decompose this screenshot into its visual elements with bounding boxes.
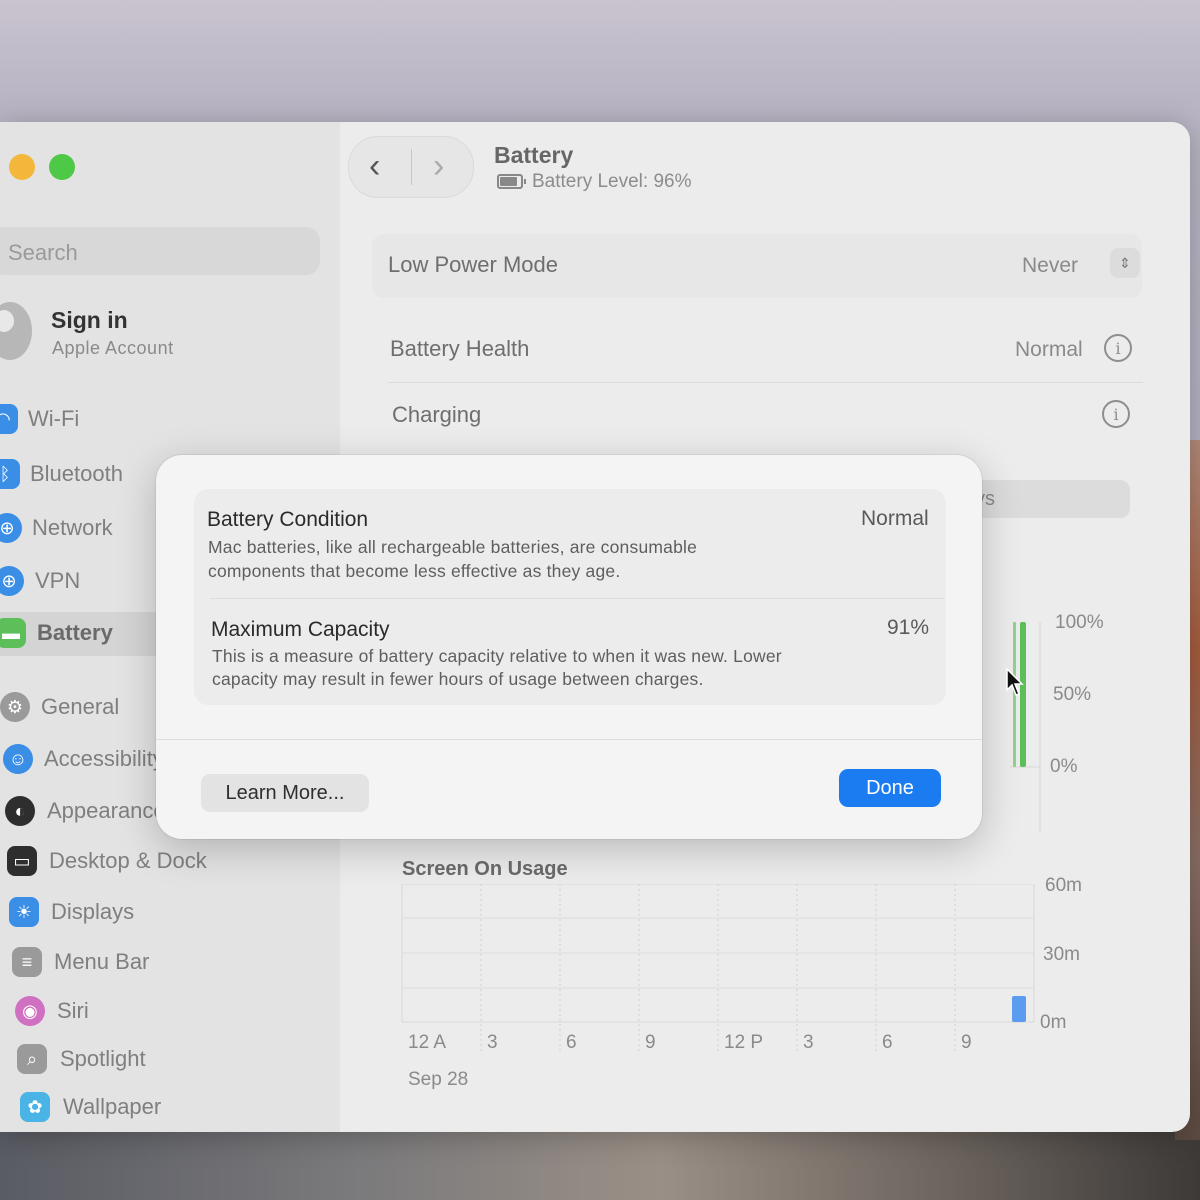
- usage-x-tick: 3: [487, 1032, 498, 1053]
- sidebar-item-label: Network: [32, 515, 113, 540]
- zoom-button[interactable]: [49, 154, 75, 180]
- row-divider: [388, 382, 1143, 383]
- account-name: Sign in: [51, 307, 128, 333]
- sidebar-item-label: Wallpaper: [63, 1094, 162, 1119]
- account-subtitle: Apple Account: [52, 338, 174, 358]
- info-icon[interactable]: i: [1104, 334, 1132, 362]
- sidebar-item-label: Menu Bar: [54, 949, 150, 974]
- usage-x-tick: 9: [645, 1032, 656, 1053]
- usage-date-label: Sep 28: [408, 1069, 469, 1090]
- battery-condition-label: Battery Condition: [207, 508, 369, 531]
- level-tick-50: 50%: [1053, 684, 1092, 705]
- usage-x-tick: 6: [566, 1032, 577, 1053]
- sidebar-item-label: Accessibility: [44, 746, 164, 771]
- maximum-capacity-description-line1: This is a measure of battery capacity re…: [212, 646, 782, 666]
- sidebar-item-siri[interactable]: ◉ Siri: [0, 990, 340, 1034]
- battery-level-icon: [497, 174, 526, 189]
- sidebar-item-label: Bluetooth: [30, 461, 123, 486]
- usage-x-tick: 12 P: [724, 1032, 764, 1053]
- menubar-icon: ≡: [12, 947, 42, 977]
- sidebar-item-wifi[interactable]: ◠ Wi-Fi: [0, 398, 340, 442]
- avatar: [0, 302, 32, 360]
- desktop-wallpaper: [0, 1130, 1200, 1200]
- usage-x-tick: 3: [803, 1032, 814, 1053]
- low-power-mode-value[interactable]: Never: [1022, 254, 1078, 278]
- info-icon[interactable]: i: [1102, 400, 1130, 428]
- usage-tick-0m: 0m: [1040, 1012, 1067, 1033]
- low-power-mode-label: Low Power Mode: [388, 252, 558, 277]
- vpn-globe-icon: ⊕: [0, 566, 24, 596]
- screen-on-usage-chart: [401, 884, 1035, 1054]
- sidebar-item-desktop-dock[interactable]: ▭ Desktop & Dock: [0, 840, 340, 884]
- sidebar-item-label: General: [41, 694, 120, 719]
- usage-x-tick: 12 A: [408, 1032, 447, 1053]
- maximum-capacity-value: 91%: [887, 616, 930, 639]
- battery-health-value: Normal: [1015, 338, 1083, 361]
- maximum-capacity-description-line2: capacity may result in fewer hours of us…: [212, 669, 704, 689]
- mouse-cursor-icon: [1006, 668, 1024, 696]
- level-tick-0: 0%: [1050, 756, 1078, 777]
- globe-icon: ⊕: [0, 513, 22, 543]
- sidebar-item-label: Siri: [57, 998, 89, 1023]
- page-title: Battery: [494, 142, 574, 168]
- dialog-footer-divider: [156, 739, 982, 740]
- battery-condition-description-line1: Mac batteries, like all rechargeable bat…: [208, 537, 698, 557]
- usage-x-tick: 6: [882, 1032, 893, 1053]
- sidebar-item-label: Desktop & Dock: [49, 848, 207, 873]
- dock-icon: ▭: [7, 846, 37, 876]
- battery-condition-description-line2: components that become less effective as…: [208, 561, 621, 581]
- charging-row: Charging i: [372, 384, 1142, 448]
- maximum-capacity-label: Maximum Capacity: [211, 618, 390, 641]
- magnifier-icon: ⌕: [17, 1044, 47, 1074]
- battery-health-dialog: Battery Condition Normal Mac batteries, …: [156, 455, 982, 839]
- usage-bar: [1012, 996, 1026, 1022]
- learn-more-button[interactable]: Learn More...: [201, 774, 369, 812]
- sun-icon: ☀: [9, 897, 39, 927]
- done-button[interactable]: Done: [839, 769, 941, 807]
- bluetooth-icon: ᛒ: [0, 459, 20, 489]
- sidebar-item-label: Displays: [51, 899, 135, 924]
- sidebar-item-label: Appearance: [47, 798, 166, 823]
- level-tick-100: 100%: [1055, 612, 1104, 633]
- usage-tick-30m: 30m: [1043, 944, 1080, 965]
- sidebar-item-menu-bar[interactable]: ≡ Menu Bar: [0, 941, 340, 985]
- back-chevron-icon[interactable]: ‹: [369, 147, 380, 186]
- sidebar-item-label: Battery: [37, 620, 113, 645]
- dialog-row-divider: [210, 598, 944, 599]
- sidebar-item-displays[interactable]: ☀ Displays: [0, 891, 340, 935]
- forward-chevron-icon[interactable]: ›: [433, 147, 444, 186]
- gear-icon: ⚙: [0, 692, 30, 722]
- battery-health-label: Battery Health: [390, 336, 530, 361]
- sidebar-item-spotlight[interactable]: ⌕ Spotlight: [0, 1038, 340, 1082]
- search-input[interactable]: Search: [0, 227, 320, 275]
- sidebar-item-label: Wi-Fi: [28, 406, 80, 431]
- nav-divider: [411, 149, 412, 185]
- battery-level-text: Battery Level: 96%: [532, 171, 692, 192]
- flower-icon: ✿: [20, 1092, 50, 1122]
- minimize-button[interactable]: [9, 154, 35, 180]
- search-placeholder: Search: [8, 240, 78, 265]
- sidebar-item-battery[interactable]: ▬ Battery: [0, 612, 175, 656]
- account-sign-in[interactable]: Sign in Apple Account: [0, 302, 320, 372]
- battery-icon: ▬: [0, 618, 26, 648]
- accessibility-icon: ☺: [3, 744, 33, 774]
- sidebar-item-label: Spotlight: [60, 1046, 146, 1071]
- sidebar-item-label: VPN: [35, 568, 81, 593]
- usage-chart-title: Screen On Usage: [402, 858, 568, 880]
- battery-health-row: Battery Health Normal i: [372, 318, 1142, 382]
- usage-tick-60m: 60m: [1045, 875, 1082, 896]
- up-down-chevron-icon[interactable]: ⇕: [1110, 248, 1140, 278]
- charging-label: Charging: [392, 402, 482, 427]
- usage-x-tick: 9: [961, 1032, 972, 1053]
- siri-icon: ◉: [15, 996, 45, 1026]
- sidebar-item-wallpaper[interactable]: ✿ Wallpaper: [0, 1086, 340, 1130]
- wifi-icon: ◠: [0, 404, 18, 434]
- battery-level-chart: [1010, 622, 1041, 832]
- low-power-mode-row: Low Power Mode Never ⇕: [372, 234, 1142, 298]
- appearance-icon: ◐: [5, 796, 35, 826]
- battery-condition-value: Normal: [861, 507, 929, 530]
- navigation-buttons: ‹ ›: [348, 136, 474, 198]
